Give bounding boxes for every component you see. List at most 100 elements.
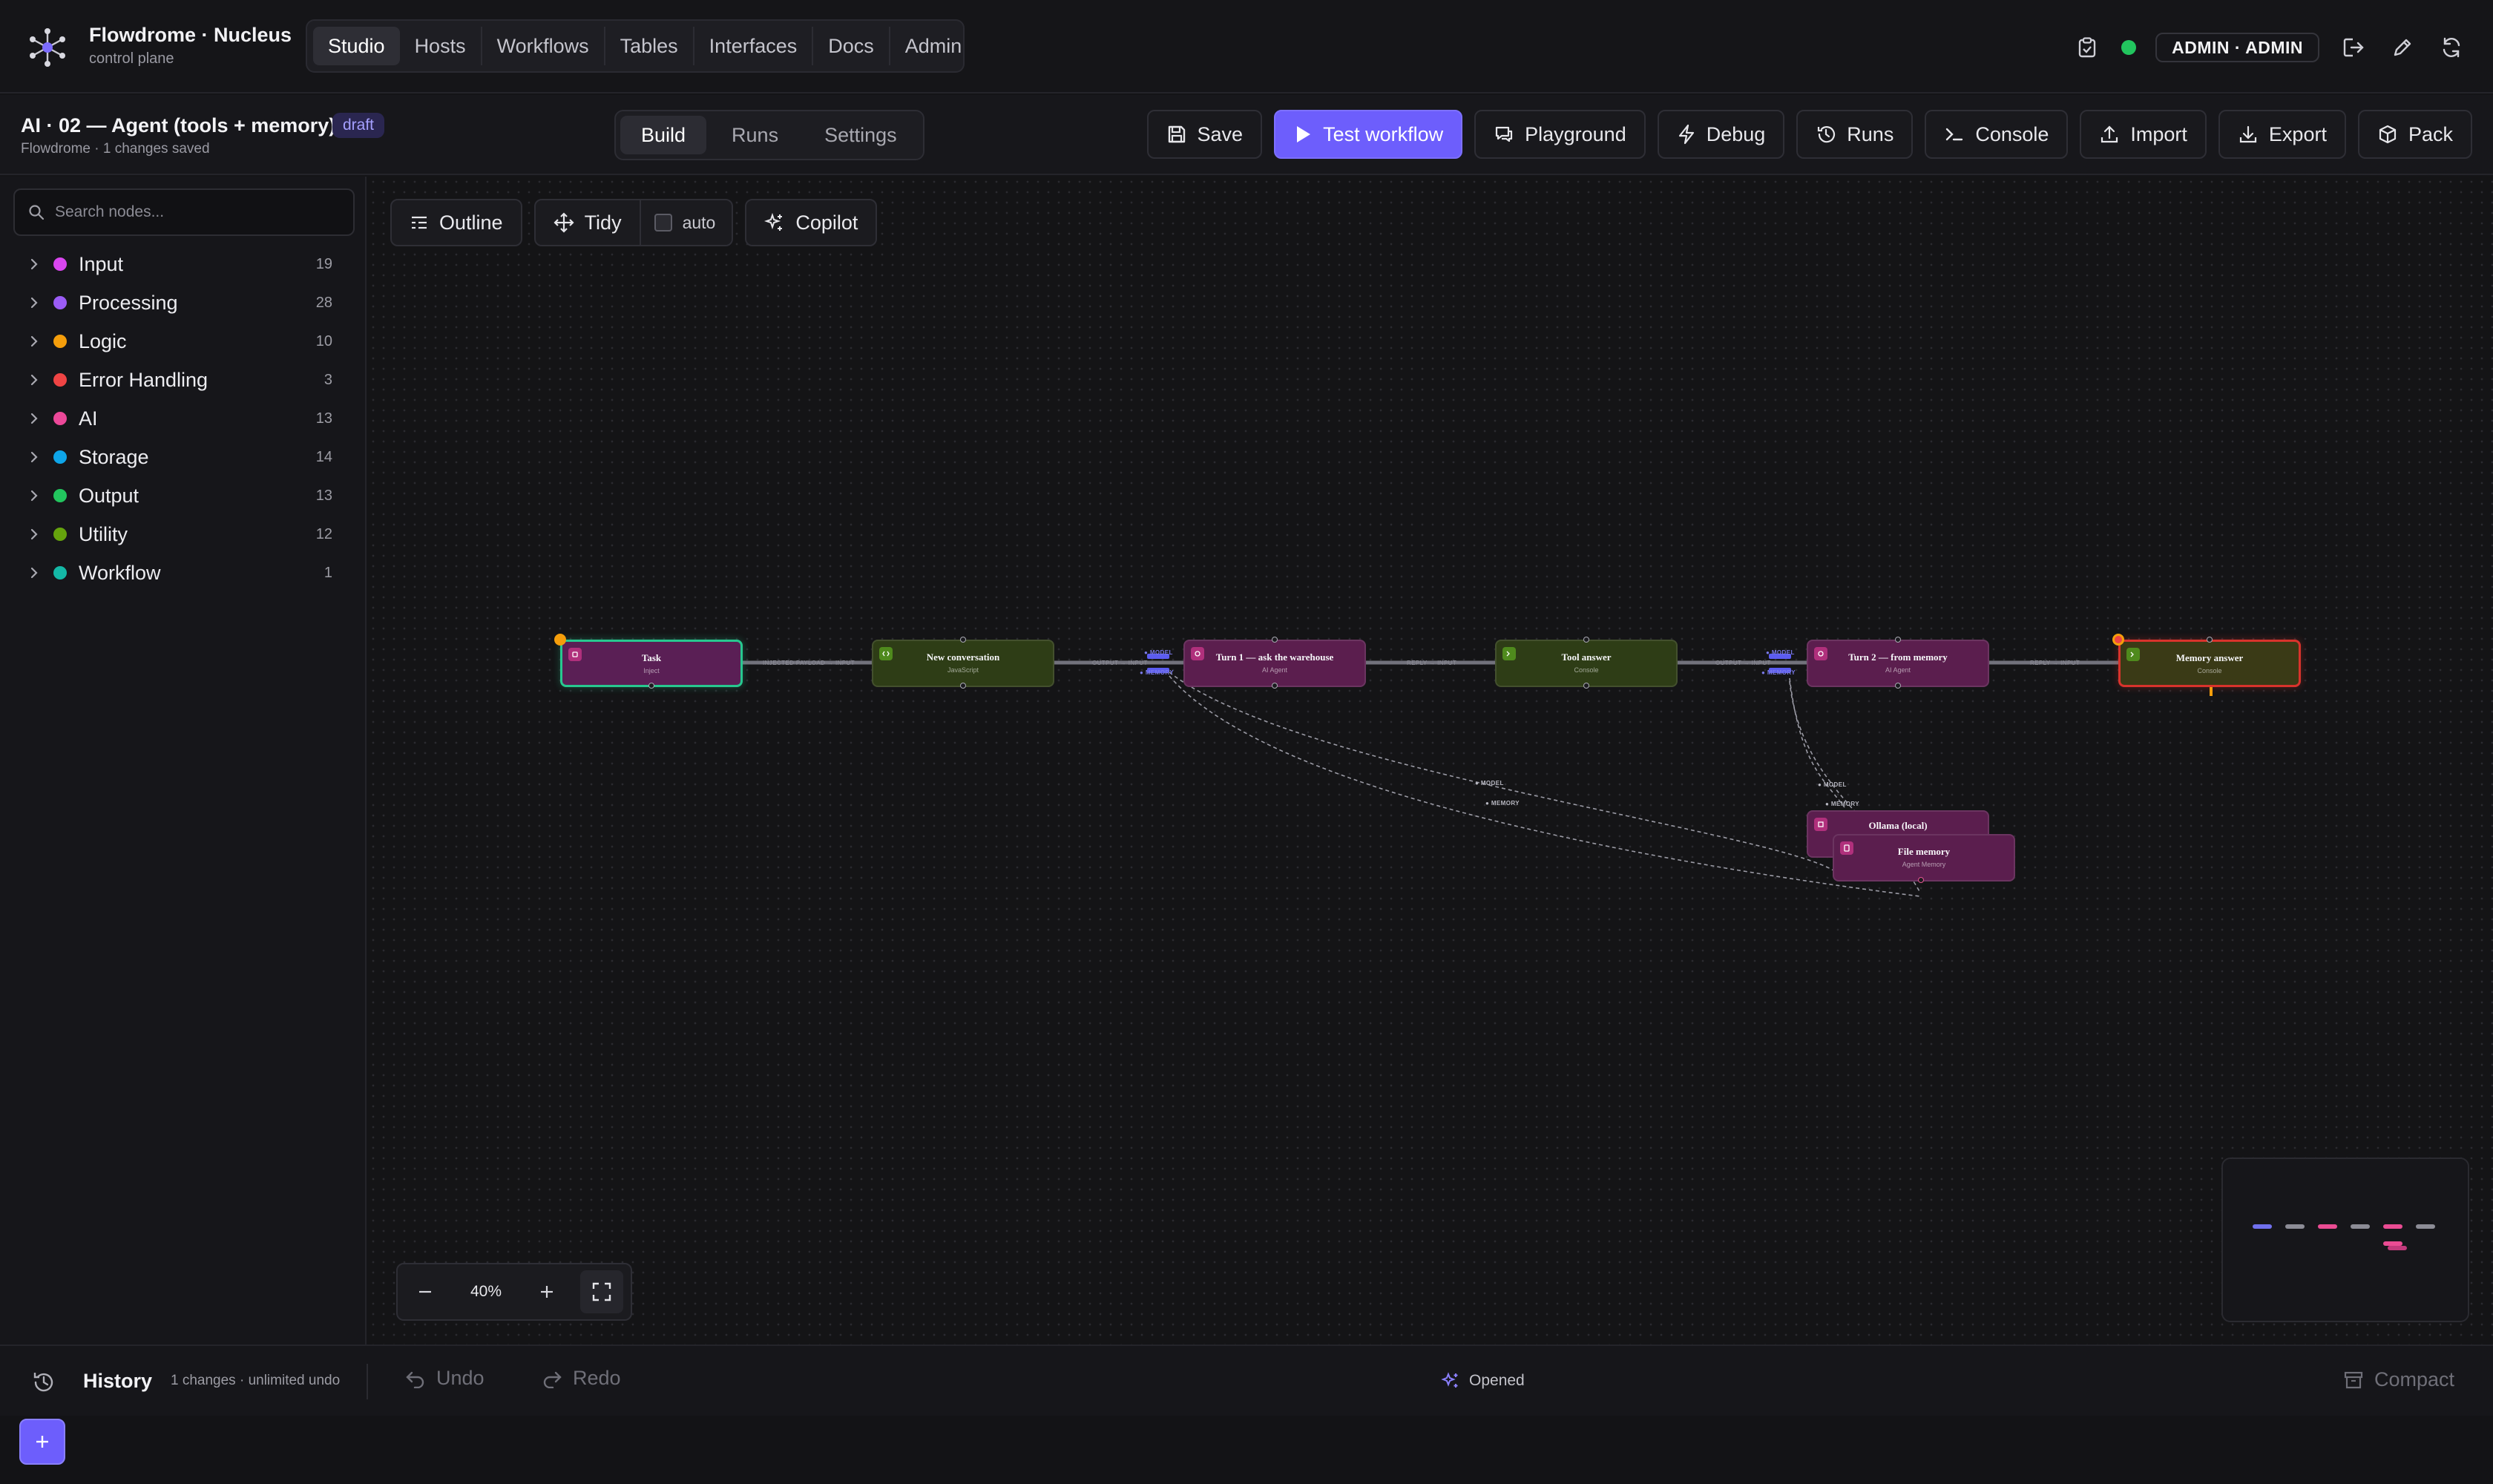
sidebar-category-utility[interactable]: Utility 12	[0, 515, 367, 554]
node-subtitle: AI Agent	[1885, 666, 1911, 674]
output-port[interactable]	[1583, 683, 1589, 689]
category-label: Workflow	[79, 561, 161, 584]
input-port[interactable]	[1895, 637, 1901, 643]
nav-interfaces[interactable]: Interfaces	[694, 27, 814, 65]
node-turn-1[interactable]: Turn 1 — ask the warehouse AI Agent	[1183, 640, 1366, 687]
category-count: 13	[315, 487, 332, 504]
nav-hosts[interactable]: Hosts	[400, 27, 482, 65]
node-title: Ollama (local)	[1868, 820, 1928, 831]
pack-button[interactable]: Pack	[2357, 110, 2472, 159]
minimap[interactable]	[2221, 1158, 2469, 1322]
category-color-dot	[53, 296, 67, 309]
output-port[interactable]	[1918, 877, 1924, 883]
node-subtitle: Console	[2197, 667, 2222, 674]
redo-button[interactable]: Redo	[542, 1367, 621, 1390]
history-icon	[33, 1373, 53, 1392]
connections	[743, 654, 2118, 897]
debug-label: Debug	[1706, 122, 1766, 145]
input-port[interactable]	[960, 637, 966, 643]
chevron-right-icon	[30, 297, 38, 309]
zoom-in-button[interactable]	[519, 1264, 574, 1319]
import-label: Import	[2130, 122, 2187, 145]
zoom-out-button[interactable]	[398, 1264, 453, 1319]
clipboard-icon[interactable]	[2072, 33, 2102, 62]
export-button[interactable]: Export	[2218, 110, 2346, 159]
divider	[367, 1364, 368, 1399]
search-input[interactable]	[55, 203, 337, 221]
user-badge[interactable]: ADMIN · ADMIN	[2155, 33, 2319, 62]
plus-icon	[541, 1286, 553, 1298]
output-port[interactable]	[1895, 683, 1901, 689]
sidebar-category-processing[interactable]: Processing 28	[0, 283, 367, 322]
bolt-icon	[1678, 124, 1694, 145]
fit-view-button[interactable]	[580, 1270, 623, 1313]
node-subtitle: JavaScript	[947, 666, 979, 674]
sidebar-category-workflow[interactable]: Workflow 1	[0, 554, 367, 592]
plus-icon	[36, 1436, 48, 1448]
output-port[interactable]	[1272, 683, 1278, 689]
nav-tables[interactable]: Tables	[605, 27, 694, 65]
category-color-dot	[53, 335, 67, 348]
status-dot	[2121, 40, 2137, 55]
runs-label: Runs	[1847, 122, 1894, 145]
tab-runs[interactable]: Runs	[711, 116, 799, 154]
sparkles-icon	[1441, 1372, 1458, 1388]
tab-settings[interactable]: Settings	[804, 116, 918, 154]
console-button[interactable]: Console	[1925, 110, 2069, 159]
runs-button[interactable]: Runs	[1796, 110, 1914, 159]
input-port[interactable]	[1272, 637, 1278, 643]
category-label: Processing	[79, 291, 178, 314]
chevron-right-icon	[30, 335, 38, 347]
minimap-node	[2383, 1224, 2402, 1229]
test-workflow-label: Test workflow	[1323, 122, 1444, 145]
debug-button[interactable]: Debug	[1657, 110, 1785, 159]
search-icon	[29, 205, 45, 220]
sidebar-category-logic[interactable]: Logic 10	[0, 322, 367, 361]
chevron-right-icon	[30, 490, 38, 502]
sidebar-category-input[interactable]: Input 19	[0, 245, 367, 283]
output-port[interactable]	[960, 683, 966, 689]
category-count: 28	[315, 294, 332, 311]
node-file-memory[interactable]: File memory Agent Memory	[1833, 834, 2015, 881]
edge-label: OUTPUT → INPUT	[1092, 660, 1148, 666]
error-badge	[2112, 634, 2124, 646]
output-port[interactable]	[648, 683, 654, 689]
input-port[interactable]	[2207, 637, 2213, 643]
edge-label-model: ● MODEL	[1766, 649, 1795, 656]
compact-button[interactable]: Compact	[2343, 1368, 2454, 1391]
node-new-conversation[interactable]: New conversation JavaScript	[872, 640, 1054, 687]
sidebar-category-ai[interactable]: AI 13	[0, 399, 367, 438]
sidebar-category-storage[interactable]: Storage 14	[0, 438, 367, 476]
sidebar-category-error-handling[interactable]: Error Handling 3	[0, 361, 367, 399]
node-tool-answer[interactable]: Tool answer Console	[1495, 640, 1678, 687]
tab-build[interactable]: Build	[620, 116, 707, 154]
test-workflow-button[interactable]: Test workflow	[1274, 110, 1463, 159]
node-subtitle: AI Agent	[1261, 666, 1288, 674]
import-button[interactable]: Import	[2080, 110, 2207, 159]
logout-icon[interactable]	[2339, 33, 2368, 62]
sidebar-category-output[interactable]: Output 13	[0, 476, 367, 515]
category-count: 3	[323, 371, 332, 388]
history-meta: 1 changes · unlimited undo	[171, 1373, 341, 1388]
input-port[interactable]	[1583, 637, 1589, 643]
add-button[interactable]	[19, 1419, 65, 1465]
minimap-node	[2416, 1224, 2435, 1229]
view-tabs: Build Runs Settings	[614, 110, 924, 160]
node-memory-answer[interactable]: Memory answer Console	[2118, 640, 2301, 687]
redo-label: Redo	[573, 1367, 621, 1389]
nav-studio[interactable]: Studio	[313, 27, 400, 65]
nav-docs[interactable]: Docs	[813, 27, 890, 65]
undo-button[interactable]: Undo	[405, 1367, 485, 1390]
zoom-controls: 40%	[396, 1263, 632, 1321]
save-button[interactable]: Save	[1146, 110, 1263, 159]
node-turn-2[interactable]: Turn 2 — from memory AI Agent	[1807, 640, 1989, 687]
workflow-canvas[interactable]: Outline Tidy auto Copilot INJECTED PAYLO…	[368, 177, 2493, 1345]
category-count: 10	[315, 332, 332, 349]
nav-workflows[interactable]: Workflows	[482, 27, 605, 65]
edit-icon[interactable]	[2388, 33, 2417, 62]
node-task[interactable]: Task Inject	[560, 640, 743, 687]
search-box[interactable]	[13, 188, 355, 236]
refresh-icon[interactable]	[2437, 33, 2466, 62]
nav-admin[interactable]: Admin	[890, 27, 977, 65]
playground-button[interactable]: Playground	[1474, 110, 1646, 159]
